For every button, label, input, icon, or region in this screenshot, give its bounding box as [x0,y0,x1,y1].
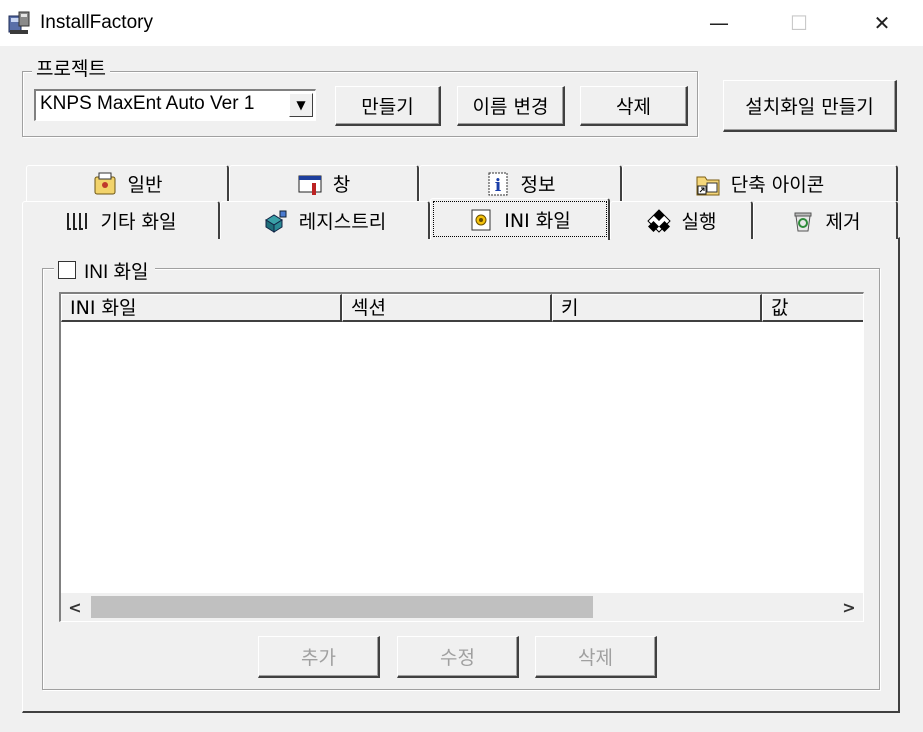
uninstall-icon [790,208,816,234]
ini-group-header: INI 화일 [54,258,155,283]
tab-uninstall-label: 제거 [825,211,861,233]
installer-app-icon [7,10,31,36]
delete-entry-label: 삭제 [578,647,613,669]
tab-other-files-label: 기타 화일 [100,211,177,233]
delete-project-label: 삭제 [616,96,651,118]
tab-info[interactable]: i 정보 [419,165,622,201]
maximize-button[interactable]: ☐ [770,0,828,46]
tab-general[interactable]: 일반 [26,165,229,201]
svg-text:i: i [494,176,501,196]
delete-project-button[interactable]: 삭제 [580,86,688,126]
tab-shortcut[interactable]: 단축 아이콘 [622,165,898,201]
tab-general-label: 일반 [127,174,163,196]
close-icon: ✕ [873,11,891,35]
tab-run[interactable]: 실행 [610,201,753,239]
column-header-ini-file[interactable]: INI 화일 [61,294,342,322]
ini-enable-label: INI 화일 [84,261,149,283]
registry-icon [263,208,289,234]
ini-icon [468,207,494,233]
tab-run-label: 실행 [681,211,717,233]
minimize-button[interactable]: — [690,0,748,46]
tab-uninstall[interactable]: 제거 [753,201,898,239]
build-installer-button[interactable]: 설치화일 만들기 [723,80,897,132]
rename-project-label: 이름 변경 [472,96,549,118]
tab-registry[interactable]: 레지스트리 [220,201,430,239]
maximize-icon: ☐ [790,11,808,35]
project-select-value: KNPS MaxEnt Auto Ver 1 [40,93,255,114]
column-header-section[interactable]: 섹션 [342,294,552,322]
add-entry-label: 추가 [301,647,336,669]
tab-registry-label: 레지스트리 [298,211,387,233]
scroll-left-icon[interactable]: < [61,593,89,621]
window-icon [297,171,323,197]
column-header-ini-file-label: INI 화일 [70,297,137,319]
build-installer-label: 설치화일 만들기 [745,96,874,118]
scrollbar-thumb[interactable] [91,596,593,618]
column-header-value[interactable]: 값 [762,294,863,322]
info-icon: i [485,171,511,197]
column-header-key-label: 키 [561,297,579,319]
edit-entry-button[interactable]: 수정 [397,636,519,678]
general-icon [92,171,118,197]
edit-entry-label: 수정 [440,647,475,669]
column-header-section-label: 섹션 [351,297,386,319]
horizontal-scrollbar[interactable]: < > [61,593,863,621]
add-entry-button[interactable]: 추가 [258,636,380,678]
tab-info-label: 정보 [520,174,556,196]
files-icon [65,208,91,234]
create-project-label: 만들기 [361,96,414,118]
title-bar[interactable]: InstallFactory — ☐ ✕ [0,0,923,46]
tab-window-label: 창 [332,174,351,196]
tab-ini-files-label: INI 화일 [504,210,571,232]
column-header-value-label: 값 [771,297,789,319]
create-project-button[interactable]: 만들기 [335,86,441,126]
shortcut-icon [695,171,721,197]
close-button[interactable]: ✕ [853,0,911,46]
run-icon [646,208,672,234]
column-header-key[interactable]: 키 [552,294,762,322]
project-group-legend: 프로젝트 [32,58,110,80]
delete-entry-button[interactable]: 삭제 [535,636,657,678]
tab-ini-files[interactable]: INI 화일 [430,198,610,240]
tab-shortcut-label: 단축 아이콘 [730,174,825,196]
scroll-right-icon[interactable]: > [835,593,863,621]
minimize-icon: — [709,11,729,35]
window-title: InstallFactory [40,12,153,33]
ini-entries-list[interactable]: INI 화일 섹션 키 값 < > [59,292,864,622]
rename-project-button[interactable]: 이름 변경 [457,86,565,126]
tab-window[interactable]: 창 [229,165,419,201]
project-select[interactable]: KNPS MaxEnt Auto Ver 1 ▼ [34,89,316,121]
chevron-down-icon[interactable]: ▼ [289,93,313,117]
tab-other-files[interactable]: 기타 화일 [22,201,220,239]
ini-enable-checkbox[interactable] [58,261,76,279]
